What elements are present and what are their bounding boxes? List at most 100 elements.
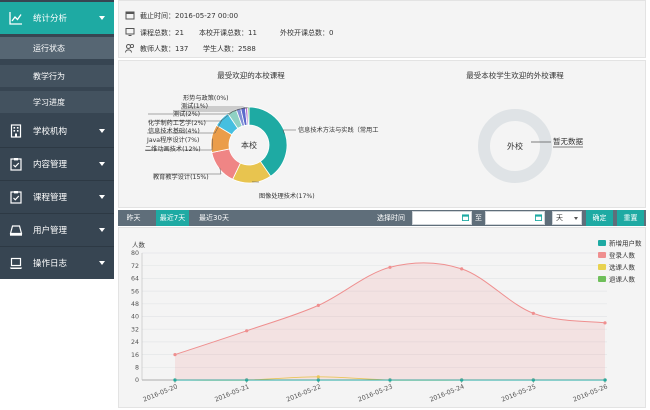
donut-right-center: 外校: [507, 141, 523, 151]
clipboard-check-icon: [10, 191, 22, 204]
nav-label: 操作日志: [33, 259, 68, 269]
donut-slice-label: 测试(2%): [173, 110, 200, 118]
tab-last-30-days[interactable]: 最近30天: [194, 210, 234, 226]
donut-slice-label: 二维动画技术(12%): [145, 145, 201, 153]
data-point: [531, 311, 535, 315]
y-tick-label: 56: [131, 288, 139, 295]
nav-label: 用户管理: [33, 226, 68, 236]
donut-slice-label: 教育教学设计(15%): [153, 173, 209, 181]
legend-label: 退课人数: [609, 275, 636, 284]
data-point: [460, 267, 464, 271]
legend-swatch: [598, 240, 606, 246]
users-icon: [125, 43, 135, 53]
unit-select[interactable]: 天: [552, 211, 582, 225]
donut-left-title: 最受欢迎的本校课程: [217, 70, 285, 80]
chevron-down-icon: [99, 16, 105, 20]
donut-slice: [247, 106, 250, 126]
chevron-down-icon: [574, 217, 578, 220]
external-courses: 外校开课总数：0: [280, 29, 334, 37]
nav-label: 学校机构: [33, 127, 68, 137]
popular-courses-panel: 最受欢迎的本校课程 信息技术方法与实践（常用工 图像处理技术(17%) 教育教学设计…: [118, 60, 646, 208]
donut-slice-label: 化学制药工艺学(2%): [148, 119, 206, 127]
reset-button[interactable]: 重置: [617, 210, 644, 226]
calendar-icon[interactable]: [462, 214, 469, 221]
calendar-icon[interactable]: [535, 214, 542, 221]
nav-log[interactable]: 操作日志: [0, 247, 114, 279]
x-tick-label: 2016-05-20: [142, 383, 179, 403]
unit-value: 天: [556, 214, 563, 222]
nav-stats[interactable]: 统计分析: [0, 2, 114, 34]
donut-slice-label: Java程序设计(7%): [146, 136, 199, 144]
y-tick-label: 72: [131, 263, 139, 270]
teacher-count: 教师人数：137: [140, 45, 189, 53]
data-point: [173, 353, 177, 357]
building-icon: [10, 124, 22, 138]
clipboard-icon: [10, 158, 22, 171]
student-count: 学生人数：2588: [203, 45, 256, 53]
school-courses: 本校开课总数：11: [199, 29, 257, 37]
data-point: [316, 303, 320, 307]
y-tick-label: 64: [131, 276, 139, 283]
x-tick-label: 2016-05-23: [357, 383, 394, 403]
y-tick-label: 0: [135, 377, 139, 384]
donut-charts: 最受欢迎的本校课程 信息技术方法与实践（常用工图像处理技术(17%) 教育教学设计…: [145, 70, 583, 200]
confirm-button[interactable]: 确定: [586, 210, 613, 226]
nav-course[interactable]: 课程管理: [0, 181, 114, 213]
legend-label: 新增用户数: [609, 239, 642, 248]
tab-last-7-days[interactable]: 最近7天: [156, 210, 189, 226]
donut-slice-label: 形势与政策(0%): [183, 94, 229, 102]
nav-label: 统计分析: [33, 14, 68, 24]
nav-user[interactable]: 用户管理: [0, 214, 114, 246]
legend-swatch: [598, 252, 606, 258]
subnav-label: 运行状态: [33, 44, 65, 53]
donut-left: 信息技术方法与实践（常用工图像处理技术(17%) 教育教学设计(15%) 二维动画技…: [145, 94, 378, 200]
nav-school[interactable]: 学校机构: [0, 115, 114, 147]
y-tick-label: 8: [135, 365, 139, 372]
chevron-down-icon: [99, 228, 105, 232]
y-tick-label: 16: [131, 352, 139, 359]
summary-panel: 截止时间：2016-05-27 00:00 课程总数：21 本校开课总数：11 …: [118, 0, 646, 58]
data-point: [603, 321, 607, 325]
subnav-label: 学习进度: [33, 98, 65, 107]
chevron-down-icon: [99, 129, 105, 133]
subnav-teaching[interactable]: 教学行为: [0, 65, 114, 87]
donut-right-empty: 暂无数据: [553, 136, 583, 146]
legend-label: 选课人数: [609, 263, 636, 272]
nav-label: 课程管理: [33, 193, 68, 203]
nav-content[interactable]: 内容管理: [0, 148, 114, 180]
x-tick-label: 2016-05-25: [501, 383, 538, 403]
donut-right-title: 最受本校学生欢迎的外校课程: [466, 70, 564, 80]
chevron-down-icon: [99, 162, 105, 166]
y-tick-label: 32: [131, 326, 139, 333]
x-tick-label: 2016-05-24: [429, 383, 466, 403]
user-activity-chart: 人数 0 8 16 24 32 40 48 56 64 72 80 2016-05-20 2016-05…: [118, 227, 646, 408]
subnav-progress[interactable]: 学习进度: [0, 91, 114, 113]
legend-swatch: [598, 276, 606, 282]
subnav-run-status[interactable]: 运行状态: [0, 37, 114, 59]
y-tick-label: 48: [131, 301, 139, 308]
subnav-label: 教学行为: [33, 72, 65, 81]
chevron-down-icon: [99, 261, 105, 265]
line-chart-icon: [9, 12, 22, 25]
calendar-icon: [125, 11, 135, 20]
tab-yesterday[interactable]: 昨天: [121, 210, 146, 226]
legend-swatch: [598, 264, 606, 270]
donut-slice-label: 信息技术方法与实践（常用工: [298, 126, 378, 134]
y-tick-label: 80: [131, 250, 139, 257]
donut-slice-label: 信息技术基础(4%): [148, 127, 200, 135]
courses-total: 课程总数：21: [140, 29, 184, 37]
y-tick-label: 40: [131, 314, 139, 321]
filter-bar: 昨天 最近7天 最近30天 选择时间 至 天 确定 重置: [118, 210, 646, 226]
y-axis-label: 人数: [132, 240, 146, 249]
line-chart: 人数 0 8 16 24 32 40 48 56 64 72 80 2016-05-20 2016-05…: [131, 239, 642, 404]
x-tick-label: 2016-05-22: [286, 383, 323, 403]
donut-slice-label: 测试(1%): [181, 102, 208, 110]
select-time-label: 选择时间: [377, 214, 405, 222]
y-tick-label: 24: [131, 339, 139, 346]
user-card-icon: [9, 225, 23, 236]
data-point: [245, 329, 249, 333]
legend-label: 登录人数: [609, 251, 636, 260]
to-label: 至: [475, 214, 482, 222]
x-tick-label: 2016-05-21: [214, 383, 251, 403]
monitor-icon: [125, 28, 135, 36]
